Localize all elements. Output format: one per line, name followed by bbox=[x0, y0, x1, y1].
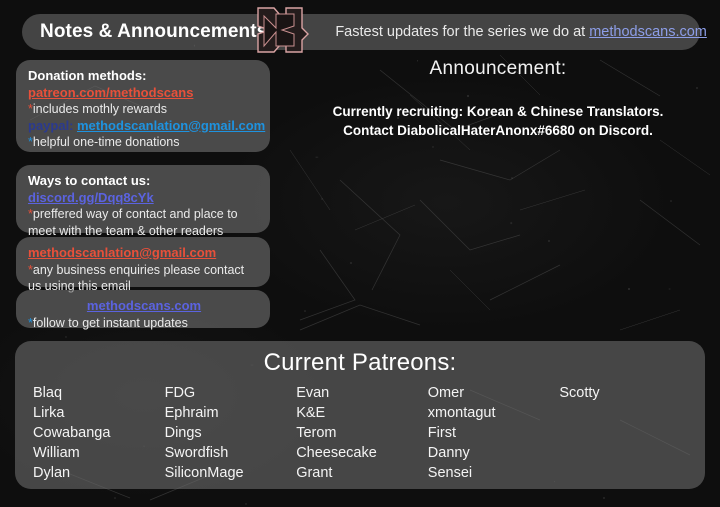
patreon-name: Cowabanga bbox=[33, 425, 111, 441]
contact-title: Ways to contact us: bbox=[28, 173, 151, 188]
website-follow-box: methodscans.com *follow to get instant u… bbox=[16, 290, 270, 330]
website-note: follow to get instant updates bbox=[32, 315, 188, 330]
methodscans-link[interactable]: methodscans.com bbox=[589, 24, 707, 40]
patreon-name: Grant bbox=[296, 465, 333, 481]
header-tagline: Fastest updates for the series we do at … bbox=[335, 24, 707, 40]
patreons-column-5: Scotty bbox=[559, 383, 691, 483]
patreon-name: SiliconMage bbox=[164, 465, 244, 481]
patreon-name: Terom bbox=[296, 425, 337, 441]
patreon-note: includes mothly rewards bbox=[32, 102, 167, 116]
patreon-name: Danny bbox=[427, 445, 470, 461]
current-patreons-panel: Current Patreons: Blaq Lirka Cowabanga Will… bbox=[15, 341, 705, 489]
donation-methods-box: Donation methods: patreon.com/methodscan… bbox=[16, 60, 270, 152]
patreon-name: First bbox=[427, 425, 456, 441]
patreon-name: Scotty bbox=[559, 385, 600, 401]
paypal-note-row: *helpful one-time donations bbox=[28, 134, 260, 151]
patreons-columns: Blaq Lirka Cowabanga William Dylan FDG Ephraim… bbox=[33, 383, 691, 483]
paypal-email-link[interactable]: methodscanlation@gmail.com bbox=[77, 118, 265, 133]
patreons-column-2: FDG Ephraim Dings Swordfish SiliconMage bbox=[165, 383, 297, 483]
patreon-name: Sensei bbox=[427, 465, 473, 481]
donation-title: Donation methods: bbox=[28, 68, 147, 83]
announcement-body: Currently recruiting: Korean & Chinese T… bbox=[288, 102, 708, 140]
announcement-heading: Announcement: bbox=[429, 58, 567, 79]
business-email-note: any business enquiries please contact us… bbox=[28, 262, 245, 294]
contact-ways-box: Ways to contact us: discord.gg/Dqq8cYk *… bbox=[16, 165, 270, 238]
patreons-title: Current Patreons: bbox=[263, 349, 457, 376]
patreon-name: Evan bbox=[296, 385, 330, 401]
contact-note-row: *preffered way of contact and place to m… bbox=[28, 206, 260, 239]
patreons-column-3: Evan K&E Terom Cheesecake Grant bbox=[296, 383, 428, 483]
announcement-section: Announcement: Currently recruiting: Kore… bbox=[288, 58, 708, 140]
website-link[interactable]: methodscans.com bbox=[87, 298, 201, 313]
business-email-link[interactable]: methodscanlation@gmail.com bbox=[28, 245, 216, 260]
announcement-line-2: Contact DiabolicalHaterAnonx#6680 on Dis… bbox=[343, 123, 653, 138]
paypal-label: paypal: bbox=[28, 117, 74, 133]
discord-link[interactable]: discord.gg/Dqq8cYk bbox=[28, 190, 154, 205]
patreon-name: Swordfish bbox=[164, 445, 229, 461]
methodscans-logo-icon bbox=[252, 4, 310, 56]
patreon-name: Dings bbox=[164, 425, 202, 441]
patreon-name: Blaq bbox=[33, 385, 63, 401]
patreon-name: Ephraim bbox=[164, 405, 219, 421]
patreon-name: Omer bbox=[427, 385, 465, 401]
announcement-line-1: Currently recruiting: Korean & Chinese T… bbox=[332, 104, 664, 119]
header-tagline-text: Fastest updates for the series we do at bbox=[335, 24, 590, 40]
patreons-column-4: Omer xmontagut First Danny Sensei bbox=[428, 383, 560, 483]
patreon-name: FDG bbox=[164, 385, 196, 401]
paypal-note: helpful one-time donations bbox=[32, 135, 180, 149]
patreon-name: Lirka bbox=[33, 405, 65, 421]
patreon-link[interactable]: patreon.com/methodscans bbox=[28, 85, 193, 100]
patreon-name: William bbox=[33, 445, 80, 461]
header-bar: Notes & Announcements Fastest updates fo… bbox=[22, 14, 707, 50]
patreon-note-row: *includes mothly rewards bbox=[28, 101, 260, 118]
paypal-row: paypal: methodscanlation@gmail.com bbox=[28, 117, 265, 135]
patreon-name: K&E bbox=[296, 405, 326, 421]
patreons-column-1: Blaq Lirka Cowabanga William Dylan bbox=[33, 383, 165, 483]
business-email-box: methodscanlation@gmail.com *any business… bbox=[16, 237, 270, 293]
contact-note: preffered way of contact and place to me… bbox=[28, 207, 238, 238]
patreon-name: Dylan bbox=[33, 465, 71, 481]
page-title: Notes & Announcements bbox=[40, 21, 268, 42]
website-note-row: *follow to get instant updates bbox=[28, 315, 260, 332]
notes-announcements-page: Notes & Announcements Fastest updates fo… bbox=[0, 0, 720, 507]
patreon-name: Cheesecake bbox=[296, 445, 377, 461]
patreon-name: xmontagut bbox=[427, 405, 496, 421]
